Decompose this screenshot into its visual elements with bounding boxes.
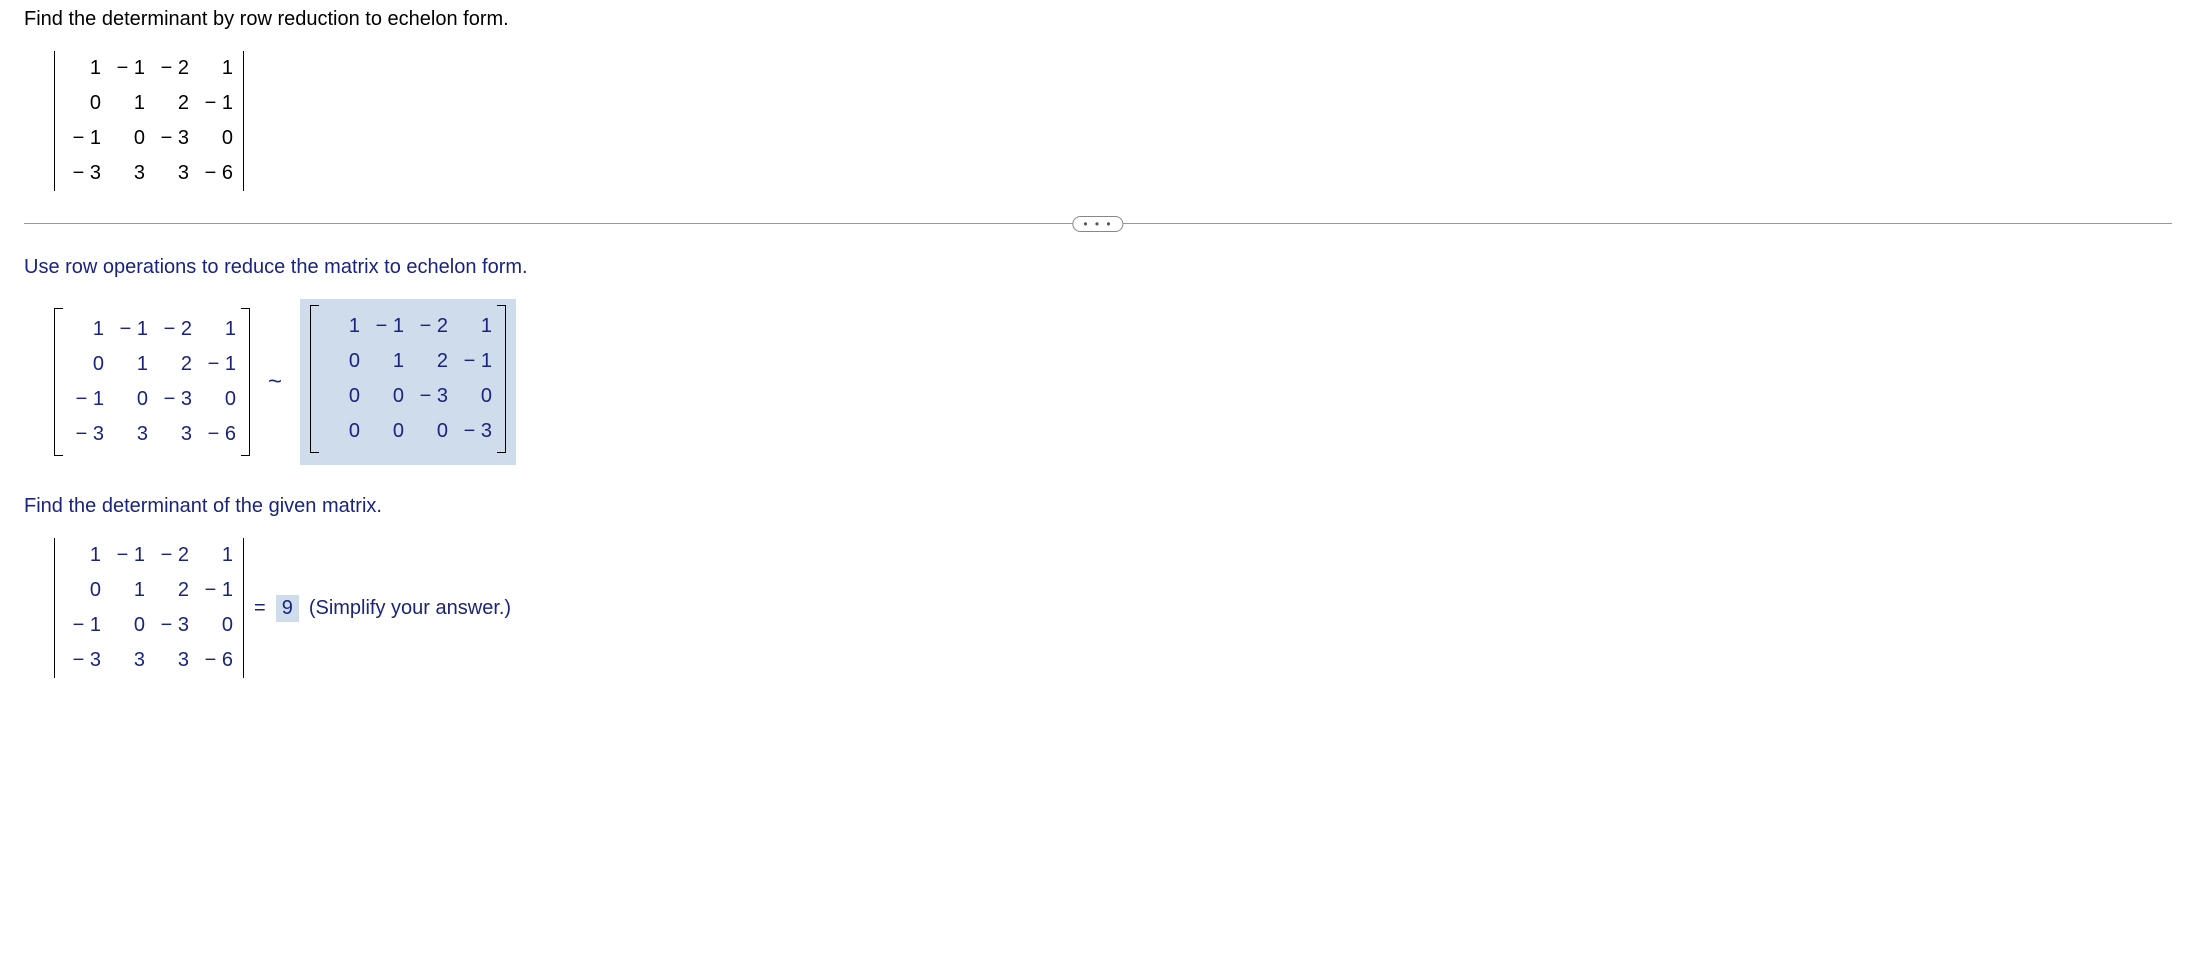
matrix-cell: 0 <box>105 121 149 156</box>
matrix-cell: 0 <box>55 86 106 121</box>
matrix-cell: − 6 <box>193 643 244 678</box>
matrix-cell: 1 <box>320 309 364 344</box>
matrix-cell: 1 <box>108 347 152 382</box>
matrix-cell: 0 <box>364 414 408 449</box>
matrix-cell: − 3 <box>408 379 452 414</box>
matrix-cell: 0 <box>196 382 240 417</box>
step1-answer-matrix[interactable]: 1 − 1 − 2 1 0 1 2 − 1 0 <box>300 299 516 465</box>
matrix-cell: 0 <box>320 379 364 414</box>
matrix-cell: 0 <box>408 414 452 449</box>
matrix-cell: 2 <box>149 573 193 608</box>
matrix-cell: − 6 <box>193 156 244 191</box>
matrix-cell: − 1 <box>196 347 240 382</box>
question-determinant: 1 − 1 − 2 1 0 1 2 − 1 − 1 0 − 3 0 − 3 3 … <box>54 51 244 191</box>
matrix-cell: 3 <box>152 417 196 452</box>
question-prompt: Find the determinant by row reduction to… <box>24 8 2172 31</box>
matrix-cell: − 1 <box>193 86 244 121</box>
answer-hint: (Simplify your answer.) <box>309 597 511 620</box>
determinant-answer[interactable]: 9 <box>276 595 299 622</box>
matrix-cell: 2 <box>149 86 193 121</box>
matrix-cell: − 1 <box>105 538 149 573</box>
matrix-cell: 0 <box>364 379 408 414</box>
matrix-cell: − 1 <box>64 382 108 417</box>
matrix-cell: 2 <box>408 344 452 379</box>
equals-sign: = <box>254 597 266 620</box>
matrix-cell: − 1 <box>105 51 149 86</box>
matrix-cell: 3 <box>108 417 152 452</box>
matrix-cell: 0 <box>105 608 149 643</box>
step2-determinant: 1 − 1 − 2 1 0 1 2 − 1 − 1 0 − 3 <box>54 538 244 678</box>
matrix-cell: 0 <box>108 382 152 417</box>
matrix-cell: 0 <box>193 121 244 156</box>
matrix-cell: 1 <box>55 51 106 86</box>
matrix-cell: 1 <box>193 51 244 86</box>
matrix-cell: 0 <box>452 379 496 414</box>
matrix-cell: − 3 <box>55 643 106 678</box>
expand-button[interactable]: • • • <box>1072 216 1123 232</box>
matrix-cell: − 1 <box>193 573 244 608</box>
matrix-cell: − 3 <box>64 417 108 452</box>
matrix-cell: − 1 <box>55 608 106 643</box>
matrix-cell: 1 <box>193 538 244 573</box>
matrix-cell: 1 <box>105 86 149 121</box>
step1-prompt: Use row operations to reduce the matrix … <box>24 256 2172 279</box>
matrix-cell: 2 <box>152 347 196 382</box>
matrix-cell: − 1 <box>364 309 408 344</box>
step2-prompt: Find the determinant of the given matrix… <box>24 495 2172 518</box>
matrix-cell: − 2 <box>149 51 193 86</box>
matrix-cell: 1 <box>55 538 106 573</box>
matrix-cell: − 1 <box>55 121 106 156</box>
matrix-cell: 0 <box>193 608 244 643</box>
matrix-cell: 1 <box>196 312 240 347</box>
matrix-cell: − 3 <box>452 414 496 449</box>
matrix-cell: 1 <box>452 309 496 344</box>
matrix-cell: − 3 <box>149 608 193 643</box>
matrix-cell: 0 <box>320 344 364 379</box>
matrix-cell: 0 <box>64 347 108 382</box>
matrix-cell: − 6 <box>196 417 240 452</box>
matrix-cell: 3 <box>149 643 193 678</box>
matrix-cell: 1 <box>364 344 408 379</box>
matrix-cell: − 3 <box>55 156 106 191</box>
tilde-symbol: ~ <box>264 368 286 396</box>
matrix-cell: − 2 <box>152 312 196 347</box>
matrix-cell: 1 <box>105 573 149 608</box>
matrix-cell: − 2 <box>149 538 193 573</box>
matrix-cell: − 1 <box>452 344 496 379</box>
matrix-cell: − 2 <box>408 309 452 344</box>
matrix-cell: 1 <box>64 312 108 347</box>
matrix-cell: − 1 <box>108 312 152 347</box>
matrix-cell: 3 <box>105 156 149 191</box>
matrix-cell: − 3 <box>149 121 193 156</box>
matrix-cell: 3 <box>149 156 193 191</box>
matrix-cell: − 3 <box>152 382 196 417</box>
matrix-cell: 3 <box>105 643 149 678</box>
matrix-cell: 0 <box>55 573 106 608</box>
matrix-cell: 0 <box>320 414 364 449</box>
step1-matrix-left: 1 − 1 − 2 1 0 1 2 − 1 − 1 0 − 3 <box>54 308 250 456</box>
